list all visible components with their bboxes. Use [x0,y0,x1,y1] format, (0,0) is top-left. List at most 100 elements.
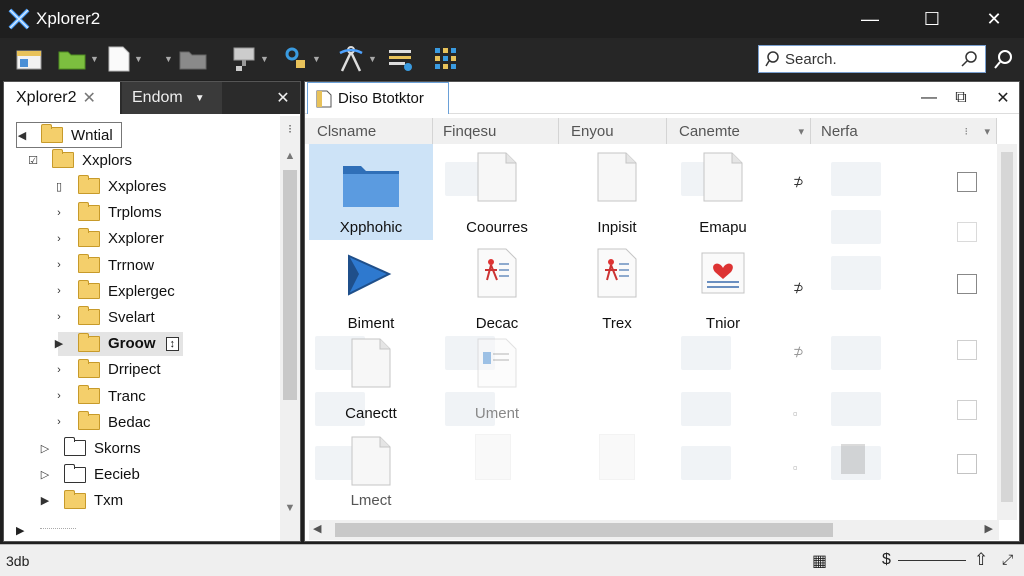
tree-item[interactable]: › Trploms [57,201,162,225]
scroll-thumb[interactable] [335,523,833,537]
minimize-button[interactable]: — [840,0,900,38]
scroll-up-icon[interactable]: ▲ [280,150,300,162]
tab-xplorer2[interactable]: Xplorer2 ✕ [4,82,120,114]
close-icon: ✕ [276,90,290,107]
column-finqesu[interactable]: Finqesu [435,118,559,144]
column-clsname[interactable]: Clsname [309,118,433,144]
scroll-left-icon[interactable]: ◀ [313,522,321,535]
scroll-right-icon[interactable]: ▶ [985,522,993,535]
new-file-button[interactable]: ▼ [108,44,143,74]
row-checkbox[interactable] [957,172,977,192]
close-tab-icon[interactable]: ✕ [82,88,95,108]
tree-item[interactable]: ▶ Groow ↕ [55,331,183,356]
search-box[interactable] [758,45,986,73]
tree-item[interactable]: › Svelart [57,305,155,329]
column-canemte[interactable]: Canemte ▾ [671,118,811,144]
grid-view-button[interactable] [434,44,458,74]
file-item[interactable]: Decac [435,240,559,336]
tree-item[interactable]: ▶ Txm [41,489,123,513]
new-folder-button[interactable]: ▼ [58,44,99,74]
expand-toggle-icon[interactable]: ◀ [17,129,27,142]
tree-item[interactable]: › Xxplorer [57,227,164,251]
zoom-slider[interactable] [898,560,966,561]
expand-toggle-icon[interactable]: › [54,416,64,428]
scroll-down-icon[interactable]: ▼ [280,502,300,514]
resize-grip-icon[interactable]: ⤢ [1002,551,1013,568]
expand-toggle-icon[interactable]: › [54,259,64,271]
column-nerfa[interactable]: Nerfa ⁝ ▾ [813,118,997,144]
compass-button[interactable]: ▼ [338,44,377,74]
dual-pane-button[interactable] [16,44,42,74]
column-enyou[interactable]: Enyou [563,118,667,144]
link-icon[interactable]: ⊅ [793,344,804,360]
expand-toggle-icon[interactable]: › [54,311,64,323]
scroll-thumb[interactable] [283,170,297,400]
tree-item[interactable]: ▷ Eecieb [41,463,140,487]
maximize-button[interactable]: ☐ [902,0,962,38]
expand-toggle-icon[interactable]: ☑ [28,154,38,167]
file-item[interactable]: Canectt [309,330,433,426]
tree-item[interactable]: › Explergec [57,279,175,303]
folder-button[interactable]: ▼ [160,44,207,74]
expand-arrow-icon[interactable]: ▶ [16,524,24,537]
sort-badge-icon[interactable]: ↕ [165,336,179,351]
row-checkbox[interactable] [957,454,977,474]
search-go-button[interactable] [992,46,1016,72]
column-menu-icon[interactable]: ⁝ [965,125,969,138]
minimize-pane-button[interactable]: — [917,86,941,110]
expand-toggle-icon[interactable]: › [54,207,64,219]
expand-toggle-icon[interactable]: › [54,233,64,245]
search-network-button[interactable]: ▼ [284,44,321,74]
row-checkbox[interactable] [957,222,977,242]
file-item[interactable]: Coourres [435,144,559,240]
file-item[interactable]: Emapu [661,144,785,240]
file-item[interactable]: Ument [435,330,559,426]
file-item[interactable]: Lmect [309,428,433,520]
link-icon[interactable]: ⊅ [793,174,804,190]
expand-toggle-icon[interactable]: ▯ [54,180,64,193]
tree-item[interactable]: ▯ Xxplores [56,174,166,198]
file-item[interactable]: Biment [309,240,433,336]
tree-scrollbar[interactable]: ⁝ ▲ ▼ [280,116,300,541]
close-panel-button[interactable]: ✕ [270,82,296,114]
row-checkbox[interactable] [957,340,977,360]
tree-item[interactable]: › Trrnow [57,253,154,277]
link-icon[interactable]: ▫ [793,406,798,421]
expand-toggle-icon[interactable]: ▷ [40,468,50,481]
close-pane-button[interactable]: ✕ [991,86,1015,110]
row-checkbox[interactable] [957,274,977,294]
expand-toggle-icon[interactable]: ▶ [54,337,64,350]
horizontal-scrollbar[interactable]: ◀ ▶ [309,520,999,540]
expand-toggle-icon[interactable]: › [54,390,64,402]
currency-icon[interactable]: $ [882,551,891,569]
sort-caret-icon[interactable]: ▾ [798,125,804,138]
tree-item[interactable]: › Drripect [57,358,161,382]
scroll-thumb[interactable] [1001,152,1013,502]
tree-item[interactable]: ◀ Wntial [16,122,122,148]
tree-item[interactable]: › Tranc [57,384,146,408]
tab-endom[interactable]: Endom ▼ [122,82,222,114]
tree-item[interactable]: ☑ Xxplors [28,148,132,172]
upload-icon[interactable]: ⇧ [974,550,988,570]
expand-toggle-icon[interactable]: ▷ [40,442,50,455]
row-checkbox[interactable] [957,400,977,420]
sort-caret-icon[interactable]: ▾ [984,125,990,138]
link-icon[interactable]: ⊅ [793,280,804,296]
tree-item[interactable]: › Bedac [57,410,151,434]
restore-pane-button[interactable]: ⧉ [949,86,973,110]
calculator-icon[interactable]: ▦ [812,551,827,571]
tree-item[interactable]: ▷ Skorns [41,436,141,460]
search-icon[interactable] [961,50,979,68]
search-input[interactable] [785,50,965,68]
close-window-button[interactable]: ✕ [964,0,1024,38]
file-item[interactable]: Tnior [661,240,785,336]
expand-toggle-icon[interactable]: › [54,364,64,376]
list-view-button[interactable] [388,44,414,74]
expand-toggle-icon[interactable]: ▶ [40,494,50,507]
expand-toggle-icon[interactable]: › [54,285,64,297]
network-button[interactable]: ▼ [232,44,269,74]
tab-diso-btotktor[interactable]: Diso Btotktor [307,82,449,114]
link-icon[interactable]: ▫ [793,460,798,475]
file-item[interactable]: Xpphohic [309,144,433,240]
grid-scrollbar[interactable] [997,144,1017,520]
